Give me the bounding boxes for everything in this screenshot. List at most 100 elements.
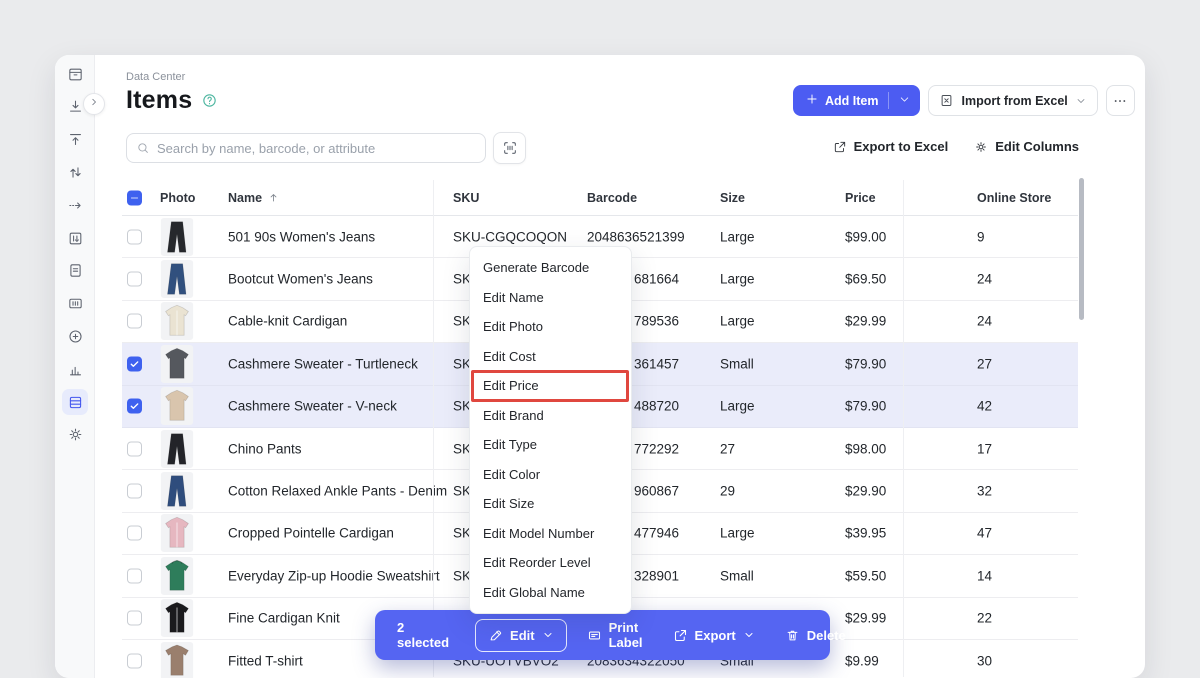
search-icon (136, 141, 150, 155)
sidebar-item-documents[interactable] (62, 258, 88, 284)
pencil-icon (488, 628, 503, 643)
sidebar-item-workflow[interactable] (62, 192, 88, 218)
gear-icon (974, 140, 988, 154)
row-checkbox[interactable] (127, 229, 142, 244)
delete-label: Delete (807, 628, 846, 643)
ellipsis-icon (1112, 93, 1128, 109)
chevron-down-icon (898, 93, 911, 109)
cell-size: 27 (720, 441, 735, 456)
sidebar-item-analytics[interactable] (62, 356, 88, 382)
sidebar-item-barcode-cards[interactable] (62, 291, 88, 317)
menu-item-edit-color[interactable]: Edit Color (470, 460, 631, 490)
help-icon[interactable] (201, 92, 218, 109)
column-header-sku: SKU (453, 191, 479, 205)
menu-item-edit-reorder-level[interactable]: Edit Reorder Level (470, 548, 631, 578)
row-checkbox[interactable] (127, 653, 142, 668)
select-all-checkbox[interactable] (127, 190, 142, 205)
cell-name: Cashmere Sweater - V-neck (228, 399, 397, 414)
menu-item-edit-brand[interactable]: Edit Brand (470, 401, 631, 431)
sidebar-item-items[interactable] (62, 389, 88, 415)
menu-item-edit-price[interactable]: Edit Price (470, 371, 631, 401)
cell-name: Fine Cardigan Knit (228, 611, 340, 626)
export-icon (833, 140, 847, 154)
edit-columns-button[interactable]: Edit Columns (974, 139, 1079, 154)
menu-item-edit-cost[interactable]: Edit Cost (470, 342, 631, 372)
database-icon (67, 394, 84, 411)
cell-price: $79.90 (845, 356, 886, 371)
add-item-button[interactable]: Add Item (793, 85, 920, 116)
plus-icon (805, 92, 819, 109)
edit-columns-label: Edit Columns (995, 139, 1079, 154)
barcode-scan-button[interactable] (493, 132, 526, 164)
sidebar-item-transfer[interactable] (62, 159, 88, 185)
cell-price: $29.99 (845, 314, 886, 329)
cell-price: $99.00 (845, 229, 886, 244)
cell-barcode: 2048636521399 (587, 229, 685, 244)
cell-size: 29 (720, 484, 735, 499)
row-checkbox[interactable] (127, 441, 142, 456)
column-header-price: Price (845, 191, 876, 205)
cell-online-store: 32 (977, 484, 992, 499)
plus-circle-icon (67, 328, 84, 345)
cell-name: Cotton Relaxed Ankle Pants - Denim (228, 484, 447, 499)
row-checkbox[interactable] (127, 399, 142, 414)
print-label-label: Print Label (609, 620, 643, 650)
menu-item-edit-size[interactable]: Edit Size (470, 489, 631, 519)
cell-name: 501 90s Women's Jeans (228, 229, 375, 244)
product-photo (160, 472, 194, 510)
add-item-label: Add Item (825, 94, 878, 108)
product-photo (160, 260, 194, 298)
table-scrollbar[interactable] (1079, 178, 1084, 320)
sidebar-expand-button[interactable] (83, 93, 105, 115)
add-item-dropdown[interactable] (889, 93, 920, 109)
row-checkbox[interactable] (127, 272, 142, 287)
menu-item-generate-barcode[interactable]: Generate Barcode (470, 253, 631, 283)
sidebar-item-add-new[interactable] (62, 323, 88, 349)
more-options-button[interactable] (1106, 85, 1135, 116)
print-label-button[interactable]: Print Label (577, 612, 653, 658)
document-icon (67, 262, 84, 279)
chevron-down-icon (1075, 95, 1087, 107)
app-window: Data Center Items Add Item Import from E… (55, 55, 1145, 678)
export-to-excel-button[interactable]: Export to Excel (833, 139, 949, 154)
row-checkbox[interactable] (127, 484, 142, 499)
product-photo (160, 387, 194, 425)
row-checkbox[interactable] (127, 526, 142, 541)
sidebar-item-archive[interactable] (62, 61, 88, 87)
product-photo (160, 599, 194, 637)
row-checkbox[interactable] (127, 314, 142, 329)
sidebar-item-ship[interactable] (62, 127, 88, 153)
column-header-photo: Photo (160, 191, 195, 205)
cell-name: Cropped Pointelle Cardigan (228, 526, 394, 541)
chart-icon (67, 361, 84, 378)
edit-label: Edit (510, 628, 535, 643)
cell-size: Large (720, 229, 755, 244)
sidebar-item-stock-count[interactable] (62, 225, 88, 251)
menu-item-edit-photo[interactable]: Edit Photo (470, 312, 631, 342)
menu-item-edit-name[interactable]: Edit Name (470, 283, 631, 313)
sidebar-nav (55, 55, 95, 678)
cell-online-store: 27 (977, 356, 992, 371)
import-from-excel-button[interactable]: Import from Excel (928, 85, 1097, 116)
edit-button[interactable]: Edit (475, 619, 567, 652)
menu-item-edit-global-name[interactable]: Edit Global Name (470, 578, 631, 608)
export-label: Export (695, 628, 736, 643)
search-input[interactable] (157, 141, 476, 156)
column-header-name[interactable]: Name (228, 191, 280, 205)
row-checkbox[interactable] (127, 356, 142, 371)
delete-button[interactable]: Delete (775, 620, 856, 651)
search-bar (126, 133, 486, 163)
row-checkbox[interactable] (127, 568, 142, 583)
export-button[interactable]: Export (663, 620, 765, 651)
column-divider (903, 180, 904, 677)
barcode-card-icon (67, 295, 84, 312)
cell-price: $98.00 (845, 441, 886, 456)
cell-online-store: 9 (977, 229, 985, 244)
menu-item-edit-type[interactable]: Edit Type (470, 430, 631, 460)
sidebar-item-settings[interactable] (62, 422, 88, 448)
checkmark-icon (129, 358, 140, 369)
menu-item-edit-model-number[interactable]: Edit Model Number (470, 519, 631, 549)
product-photo (160, 557, 194, 595)
row-checkbox[interactable] (127, 611, 142, 626)
column-header-size: Size (720, 191, 745, 205)
